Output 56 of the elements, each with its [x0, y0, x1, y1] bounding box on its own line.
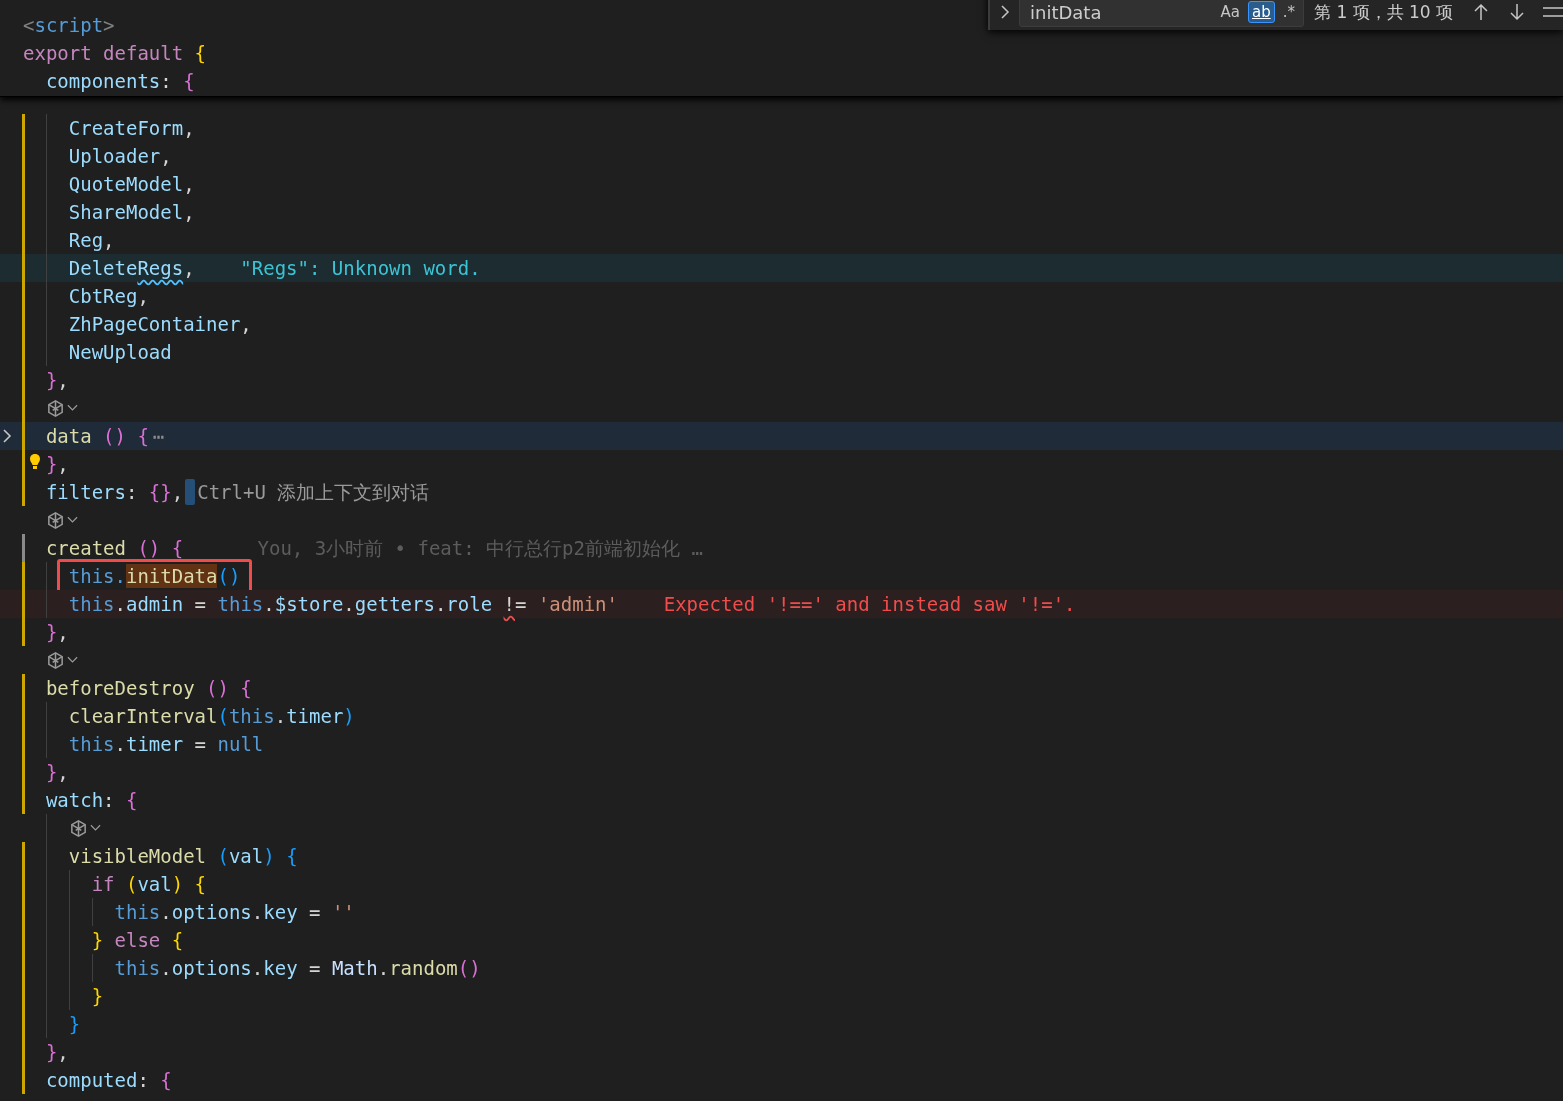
- code-line[interactable]: ZhPageContainer,: [68, 312, 252, 336]
- match-option-toggle[interactable]: .*: [1278, 1, 1299, 23]
- error-message: Expected '!==' and instead saw '!='.: [663, 592, 1076, 617]
- chat-hint[interactable]: Ctrl+U 添加上下文到对话: [197, 478, 430, 506]
- code-line[interactable]: ShareModel,: [68, 200, 195, 224]
- code-line[interactable]: data () { ⋯: [45, 424, 165, 448]
- code-line[interactable]: visibleModel (val) {: [68, 844, 298, 868]
- code-line[interactable]: created () {: [45, 536, 184, 560]
- knot-icon[interactable]: [68, 818, 88, 838]
- code-line[interactable]: watch: {: [45, 788, 138, 812]
- chevron-down-icon[interactable]: [66, 656, 78, 664]
- chevron-right-icon[interactable]: [1000, 4, 1010, 20]
- code-line[interactable]: filters: {},: [45, 480, 184, 504]
- match-count: 第 1 项，共 10 项: [1314, 0, 1454, 24]
- code-line[interactable]: export default {: [23, 41, 207, 65]
- code-line[interactable]: Uploader,: [68, 144, 172, 168]
- chevron-down-icon[interactable]: [89, 824, 101, 832]
- code-line[interactable]: CbtReg,: [68, 284, 149, 308]
- code-line[interactable]: } else {: [91, 928, 184, 952]
- code-line[interactable]: }: [91, 984, 104, 1008]
- code-line[interactable]: this.options.key = '': [114, 900, 355, 924]
- knot-icon[interactable]: [45, 510, 65, 530]
- match-option-toggle[interactable]: ab: [1248, 1, 1275, 23]
- code-line[interactable]: },: [45, 620, 69, 644]
- knot-icon[interactable]: [45, 650, 65, 670]
- spelling-hint: "Regs": Unknown word.: [240, 256, 481, 281]
- code-line[interactable]: if (val) {: [91, 872, 207, 896]
- code-line[interactable]: components: {: [45, 69, 195, 93]
- code-line[interactable]: NewUpload: [68, 340, 172, 364]
- code-line[interactable]: },: [45, 368, 69, 392]
- code-line[interactable]: },: [45, 1040, 69, 1064]
- code-line[interactable]: Reg,: [68, 228, 115, 252]
- code-line[interactable]: this.options.key = Math.random(): [114, 956, 481, 980]
- code-line[interactable]: DeleteRegs,: [68, 256, 195, 280]
- find-input[interactable]: initData Aa ab .*: [1019, 0, 1304, 27]
- text-cursor: [185, 479, 196, 505]
- code-line[interactable]: CreateForm,: [68, 116, 195, 140]
- code-line[interactable]: beforeDestroy () {: [45, 676, 252, 700]
- knot-icon[interactable]: [45, 398, 65, 418]
- code-line[interactable]: this.admin = this.$store.getters.role != 'admin': [68, 592, 618, 616]
- arrow-up-icon[interactable]: [1473, 3, 1490, 21]
- match-option-toggle[interactable]: Aa: [1216, 1, 1244, 23]
- arrow-down-icon[interactable]: [1509, 3, 1526, 21]
- menu-icon[interactable]: [1543, 5, 1563, 19]
- code-line[interactable]: this.timer = null: [68, 732, 264, 756]
- code-line[interactable]: <script>: [23, 13, 115, 37]
- chevron-down-icon[interactable]: [66, 516, 78, 524]
- code-line[interactable]: QuoteModel,: [68, 172, 195, 196]
- code-line[interactable]: }: [68, 1012, 81, 1036]
- code-line[interactable]: },: [45, 452, 69, 476]
- chevron-right-icon[interactable]: [2, 428, 12, 444]
- code-line[interactable]: computed: {: [45, 1068, 172, 1092]
- code-line[interactable]: clearInterval(this.timer): [68, 704, 355, 728]
- code-line[interactable]: },: [45, 760, 69, 784]
- blame-annotation: You, 3小时前 • feat: 中行总行p2前端初始化 …: [257, 536, 703, 561]
- chevron-down-icon[interactable]: [66, 404, 78, 412]
